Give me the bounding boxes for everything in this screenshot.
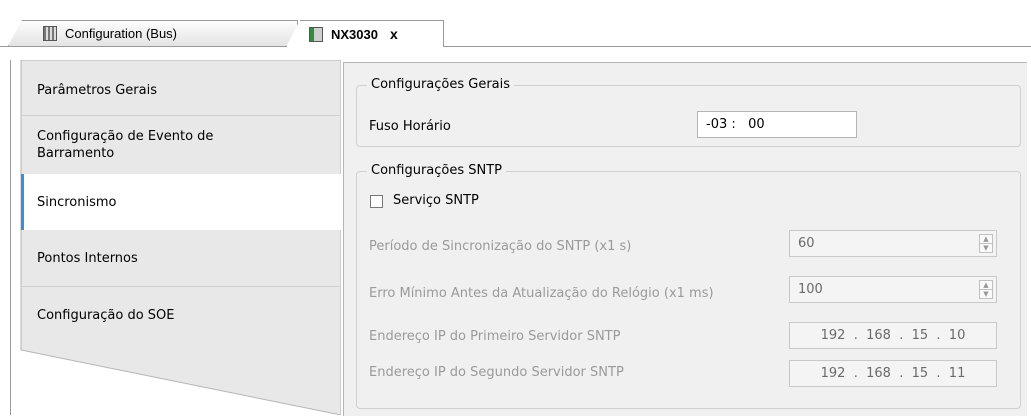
- sync-period-spinner[interactable]: ▲ ▼: [979, 234, 993, 253]
- group-title: Configurações Gerais: [367, 76, 515, 94]
- min-error-field[interactable]: 100 ▲ ▼: [789, 276, 997, 303]
- min-error-spinner[interactable]: ▲ ▼: [979, 280, 993, 299]
- nav-item-parametros-gerais[interactable]: Parâmetros Gerais: [21, 65, 341, 115]
- spinner-down-icon[interactable]: ▼: [980, 290, 992, 299]
- timezone-value: -03 : 00: [706, 117, 765, 132]
- document-tab-strip: Configuration (Bus) NX3030 x: [0, 0, 1031, 47]
- close-icon[interactable]: x: [390, 26, 398, 42]
- sntp-service-label: Serviço SNTP: [393, 193, 479, 208]
- tab-configuration-bus[interactable]: Configuration (Bus): [8, 20, 298, 46]
- primary-server-ip-value: 192 . 168 . 15 . 10: [820, 328, 966, 343]
- nav-item-label: Pontos Internos: [37, 250, 138, 266]
- nav-item-label: Parâmetros Gerais: [37, 82, 157, 98]
- timezone-field[interactable]: -03 : 00: [697, 111, 857, 138]
- spinner-down-icon[interactable]: ▼: [980, 244, 992, 253]
- device-grid-icon: [43, 26, 57, 41]
- sync-period-label: Período de Sincronização do SNTP (x1 s): [369, 239, 632, 254]
- secondary-server-ip-value: 192 . 168 . 15 . 11: [820, 366, 966, 381]
- min-error-value: 100: [798, 282, 823, 297]
- cpu-module-icon: [309, 26, 323, 42]
- nav-item-label: Sincronismo: [37, 194, 117, 210]
- sntp-service-checkbox[interactable]: [370, 195, 383, 208]
- tab-label: NX3030: [331, 26, 378, 42]
- timezone-label: Fuso Horário: [369, 119, 451, 134]
- primary-server-ip-label: Endereço IP do Primeiro Servidor SNTP: [369, 329, 621, 344]
- tab-label: Configuration (Bus): [65, 26, 177, 41]
- spinner-up-icon[interactable]: ▲: [980, 235, 992, 244]
- sntp-settings-group: Configurações SNTP Serviço SNTP Período …: [356, 162, 1021, 409]
- sync-period-value: 60: [798, 236, 815, 251]
- secondary-server-ip-field[interactable]: 192 . 168 . 15 . 11: [789, 360, 997, 387]
- nav-item-configuracao-soe[interactable]: Configuração do SOE: [21, 287, 341, 343]
- secondary-server-ip-label: Endereço IP do Segundo Servidor SNTP: [369, 365, 624, 380]
- nav-item-label: Configuração de Evento de Barramento: [37, 129, 214, 161]
- tab-nx3030[interactable]: NX3030 x: [286, 20, 444, 47]
- spinner-up-icon[interactable]: ▲: [980, 281, 992, 290]
- nav-item-label: Configuração do SOE: [37, 307, 175, 323]
- group-title: Configurações SNTP: [367, 162, 507, 180]
- sync-period-field[interactable]: 60 ▲ ▼: [789, 230, 997, 257]
- nav-item-pontos-internos[interactable]: Pontos Internos: [21, 230, 341, 286]
- general-settings-group: Configurações Gerais Fuso Horário -03 : …: [356, 76, 1021, 147]
- settings-content-panel: Configurações Gerais Fuso Horário -03 : …: [343, 62, 1027, 416]
- nav-item-configuracao-evento-barramento[interactable]: Configuração de Evento de Barramento: [21, 116, 341, 174]
- settings-navigation: Parâmetros Gerais Configuração de Evento…: [10, 60, 341, 415]
- primary-server-ip-field[interactable]: 192 . 168 . 15 . 10: [789, 322, 997, 349]
- min-error-label: Erro Mínimo Antes da Atualização do Reló…: [369, 286, 714, 301]
- nav-item-sincronismo[interactable]: Sincronismo: [21, 174, 341, 230]
